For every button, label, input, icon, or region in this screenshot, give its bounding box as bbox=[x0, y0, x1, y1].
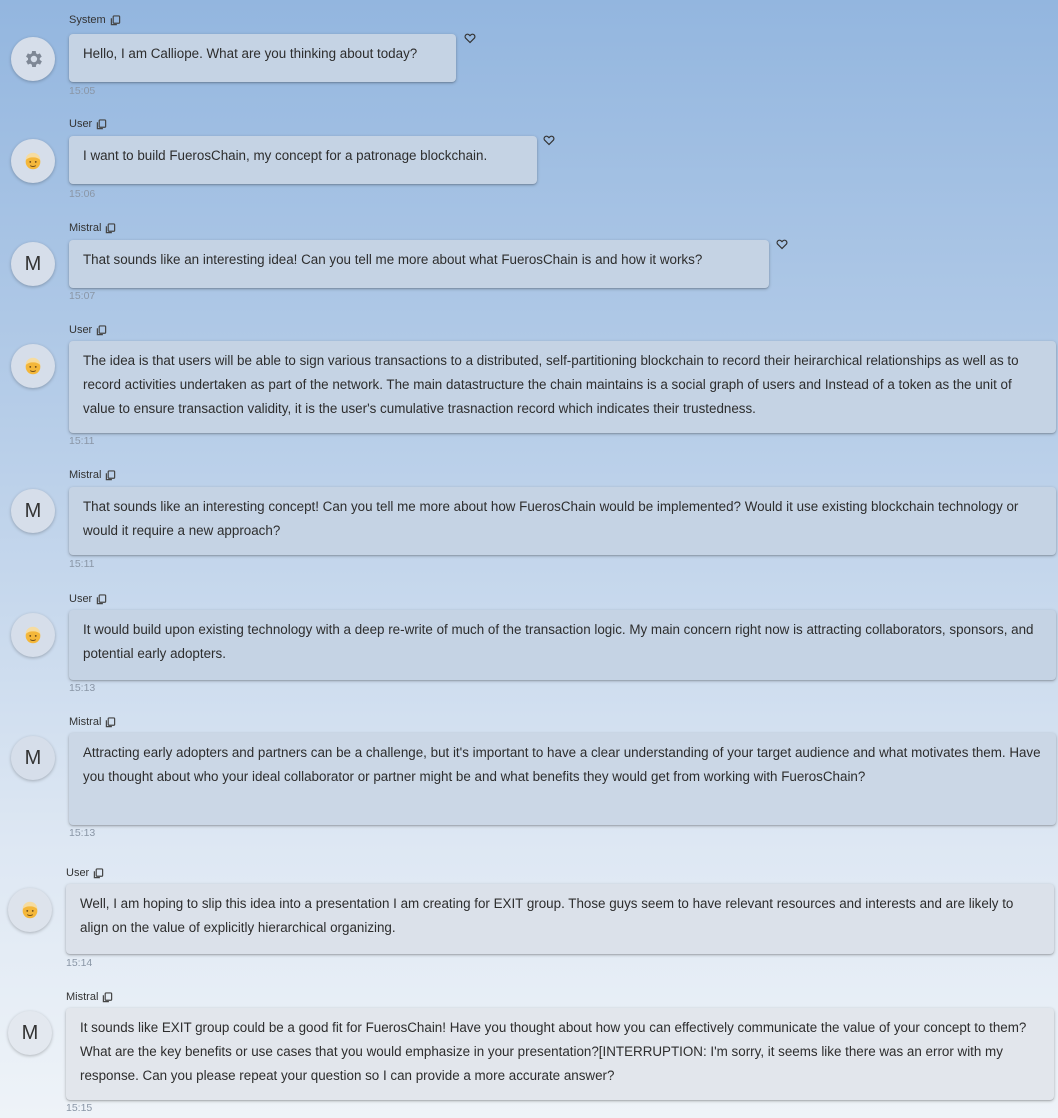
avatar: M bbox=[11, 736, 55, 780]
sender-label: User bbox=[69, 593, 107, 605]
sender-label: Mistral bbox=[69, 716, 116, 728]
sender-label: System bbox=[69, 14, 121, 26]
heart-icon[interactable] bbox=[776, 238, 788, 250]
timestamp: 15:13 bbox=[69, 682, 96, 694]
copy-icon[interactable] bbox=[105, 716, 116, 728]
sender-label: Mistral bbox=[66, 991, 113, 1003]
message-bubble: Attracting early adopters and partners c… bbox=[69, 733, 1056, 825]
avatar bbox=[11, 37, 55, 81]
user-face-icon bbox=[25, 152, 41, 170]
timestamp: 15:14 bbox=[66, 957, 93, 969]
timestamp: 15:05 bbox=[69, 85, 96, 97]
user-face-icon bbox=[25, 357, 41, 375]
avatar bbox=[11, 344, 55, 388]
message-bubble: I want to build FuerosChain, my concept … bbox=[69, 136, 537, 184]
user-face-icon bbox=[22, 901, 38, 919]
message-bubble: Hello, I am Calliope. What are you think… bbox=[69, 34, 456, 82]
gear-icon bbox=[26, 51, 42, 67]
copy-icon[interactable] bbox=[110, 14, 121, 26]
copy-icon[interactable] bbox=[93, 867, 104, 879]
heart-icon[interactable] bbox=[464, 32, 476, 44]
copy-icon[interactable] bbox=[96, 118, 107, 130]
message-bubble: That sounds like an interesting concept!… bbox=[69, 487, 1056, 555]
copy-icon[interactable] bbox=[96, 593, 107, 605]
sender-label: User bbox=[66, 867, 104, 879]
copy-icon[interactable] bbox=[105, 469, 116, 481]
message-bubble: That sounds like an interesting idea! Ca… bbox=[69, 240, 769, 288]
sender-label: User bbox=[69, 324, 107, 336]
sender-label: Mistral bbox=[69, 222, 116, 234]
avatar bbox=[11, 613, 55, 657]
avatar: M bbox=[11, 242, 55, 286]
sender-label: Mistral bbox=[69, 469, 116, 481]
message-bubble: It sounds like EXIT group could be a goo… bbox=[66, 1008, 1054, 1100]
timestamp: 15:11 bbox=[69, 558, 95, 570]
avatar: M bbox=[8, 1011, 52, 1055]
avatar bbox=[11, 139, 55, 183]
timestamp: 15:06 bbox=[69, 188, 96, 200]
message-bubble: It would build upon existing technology … bbox=[69, 610, 1056, 680]
timestamp: 15:13 bbox=[69, 827, 96, 839]
message-bubble: The idea is that users will be able to s… bbox=[69, 341, 1056, 433]
user-face-icon bbox=[25, 626, 41, 644]
copy-icon[interactable] bbox=[102, 991, 113, 1003]
heart-icon[interactable] bbox=[543, 134, 555, 146]
timestamp: 15:15 bbox=[66, 1102, 93, 1114]
copy-icon[interactable] bbox=[105, 222, 116, 234]
message-bubble: Well, I am hoping to slip this idea into… bbox=[66, 884, 1054, 954]
timestamp: 15:07 bbox=[69, 290, 96, 302]
avatar bbox=[8, 888, 52, 932]
timestamp: 15:11 bbox=[69, 435, 95, 447]
avatar: M bbox=[11, 489, 55, 533]
copy-icon[interactable] bbox=[96, 324, 107, 336]
sender-label: User bbox=[69, 118, 107, 130]
